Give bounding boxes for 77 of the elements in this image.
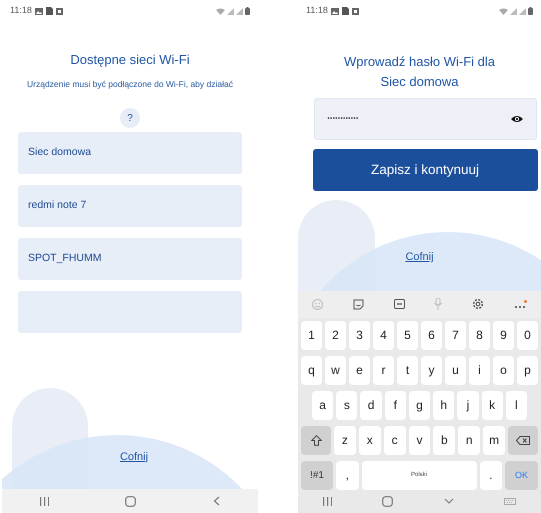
- chevron-down-icon: [444, 498, 454, 504]
- keyboard-key[interactable]: h: [433, 390, 454, 420]
- network-name: Siec domowa: [380, 73, 459, 91]
- keyboard-key[interactable]: f: [384, 390, 406, 420]
- back-icon: [212, 496, 220, 506]
- keyboard-key[interactable]: z: [334, 426, 356, 455]
- keyboard-key[interactable]: 4: [373, 320, 394, 350]
- wifi-icon: [216, 8, 225, 14]
- keyboard-key[interactable]: b: [433, 426, 456, 455]
- keyboard-key[interactable]: 8: [469, 320, 490, 350]
- keyboard-key[interactable]: q: [301, 356, 322, 385]
- keyboard-key[interactable]: i: [469, 356, 490, 385]
- back-link[interactable]: Cofnij: [120, 448, 148, 465]
- keyboard-key[interactable]: o: [493, 356, 514, 385]
- keyboard-key[interactable]: j: [457, 390, 479, 420]
- shift-icon: [310, 434, 322, 446]
- image-icon: [330, 8, 339, 14]
- sim-card-icon: [46, 7, 53, 15]
- keyboard-key[interactable]: c: [384, 426, 406, 455]
- keyboard-key[interactable]: v: [408, 426, 430, 455]
- recent-apps-icon: [323, 496, 332, 506]
- keyboard-key[interactable]: a: [312, 390, 334, 420]
- back-link[interactable]: Cofnij: [405, 249, 434, 266]
- keyboard-key[interactable]: t: [397, 356, 418, 385]
- keyboard-key[interactable]: ,: [336, 460, 358, 490]
- recent-apps-icon: [40, 496, 50, 506]
- keyboard-key[interactable]: n: [458, 426, 480, 455]
- keyboard-key[interactable]: .: [480, 460, 502, 490]
- keyboard-key[interactable]: k: [482, 390, 503, 420]
- more-icon: [514, 300, 527, 309]
- keyboard-key[interactable]: y: [421, 356, 442, 385]
- keyboard-key[interactable]: 3: [349, 320, 370, 350]
- symbols-key[interactable]: !#1: [301, 460, 333, 490]
- image-icon: [34, 8, 43, 14]
- sticker-icon: [352, 298, 364, 310]
- sim-card-icon: [342, 7, 349, 15]
- home-icon: [382, 496, 394, 507]
- home-icon: [125, 496, 136, 506]
- keyboard-key[interactable]: d: [360, 390, 382, 420]
- keyboard-key[interactable]: 6: [421, 320, 442, 350]
- network-item[interactable]: SPOT_FHUMM: [18, 238, 242, 280]
- keyboard-key[interactable]: g: [408, 390, 430, 420]
- keyboard-key[interactable]: l: [506, 390, 527, 420]
- keyboard-key[interactable]: r: [373, 356, 394, 385]
- eye-icon: [510, 115, 522, 123]
- battery-icon: [245, 7, 250, 15]
- keyboard-key[interactable]: 7: [445, 320, 466, 350]
- keyboard-key[interactable]: s: [336, 390, 358, 420]
- microphone-icon: [434, 298, 442, 310]
- keyboard-icon: [504, 498, 516, 505]
- battery-icon: [528, 7, 533, 15]
- keyboard-key[interactable]: 2: [325, 320, 346, 350]
- network-item[interactable]: Siec domowa: [18, 132, 242, 174]
- shift-key[interactable]: [301, 426, 331, 455]
- keyboard-key[interactable]: 1: [301, 320, 322, 350]
- keyboard-key[interactable]: 0: [517, 320, 538, 350]
- keyboard-key[interactable]: 9: [493, 320, 514, 350]
- screen-title: Dostępne sieci Wi-Fi: [70, 51, 190, 69]
- smiley-icon: [312, 298, 323, 310]
- screen-title: Wprowadź hasło Wi-Fi dla: [344, 53, 495, 71]
- network-item[interactable]: redmi note 7: [18, 185, 242, 228]
- keyboard-key[interactable]: e: [349, 356, 370, 385]
- help-button[interactable]: ?: [120, 108, 140, 128]
- backspace-icon: [516, 436, 530, 445]
- subtitle: Urządzenie musi być podłączone do Wi-Fi, aby działać: [27, 78, 233, 90]
- keyboard-key[interactable]: u: [445, 356, 466, 385]
- settings-icon: [472, 298, 484, 310]
- backspace-key[interactable]: [508, 426, 538, 455]
- keyboard-key[interactable]: p: [517, 356, 538, 385]
- keyboard-key[interactable]: x: [358, 426, 381, 455]
- keyboard-key[interactable]: w: [325, 356, 346, 385]
- save-button[interactable]: Zapisz i kontynuuj: [312, 149, 538, 191]
- status-time: 11:18: [10, 4, 32, 18]
- keyboard-key[interactable]: 5: [397, 320, 418, 350]
- status-time: 11:18: [306, 4, 328, 18]
- keyboard-key[interactable]: m: [483, 426, 506, 455]
- wifi-icon: [499, 8, 508, 14]
